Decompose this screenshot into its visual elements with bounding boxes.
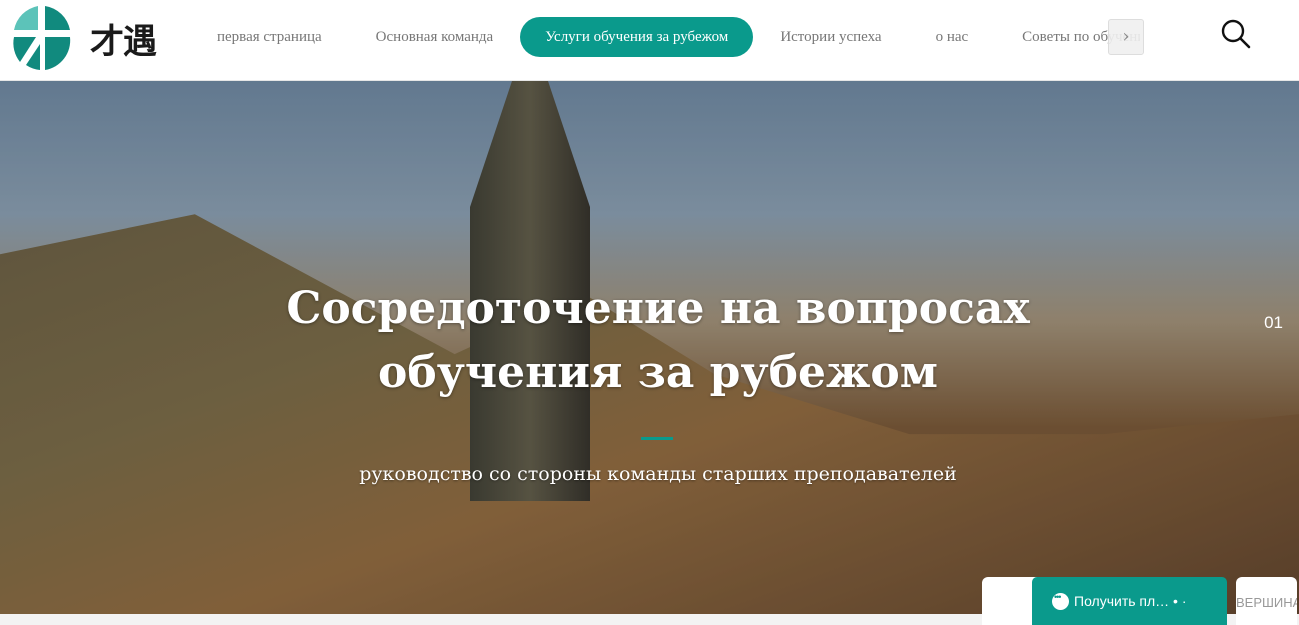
back-to-top-button[interactable]: ВЕРШИНА [1236, 577, 1297, 625]
header: 才遇 первая страница Основная команда Услу… [0, 0, 1299, 81]
logo-icon [13, 6, 71, 70]
search-icon[interactable] [1220, 18, 1252, 50]
chat-label: Получить пл… • · [1074, 593, 1187, 609]
nav-home[interactable]: первая страница [190, 17, 349, 57]
chat-bubble-icon [1052, 592, 1069, 610]
chevron-right-icon: › [1122, 26, 1130, 47]
hero-divider [641, 437, 673, 440]
chat-button[interactable]: Получить пл… • · [1032, 577, 1227, 625]
logo-text: 才遇 [90, 21, 157, 62]
hero-subtitle: руководство со стороны команды старших п… [359, 463, 957, 485]
nav-success-stories[interactable]: Истории успеха [753, 17, 908, 57]
nav-about-us[interactable]: о нас [909, 17, 996, 57]
nav-core-team[interactable]: Основная команда [349, 17, 521, 57]
nav-next-button[interactable]: › [1108, 19, 1144, 55]
hero-title: Сосредоточение на вопросах обучения за р… [286, 283, 1030, 398]
main-nav: первая страница Основная команда Услуги … [190, 17, 1140, 57]
nav-study-abroad-services[interactable]: Услуги обучения за рубежом [520, 17, 754, 57]
logo[interactable]: 才遇 [8, 4, 178, 72]
hero-banner: Сосредоточение на вопросах обучения за р… [0, 81, 1299, 614]
slide-number[interactable]: 01 [1264, 313, 1283, 333]
